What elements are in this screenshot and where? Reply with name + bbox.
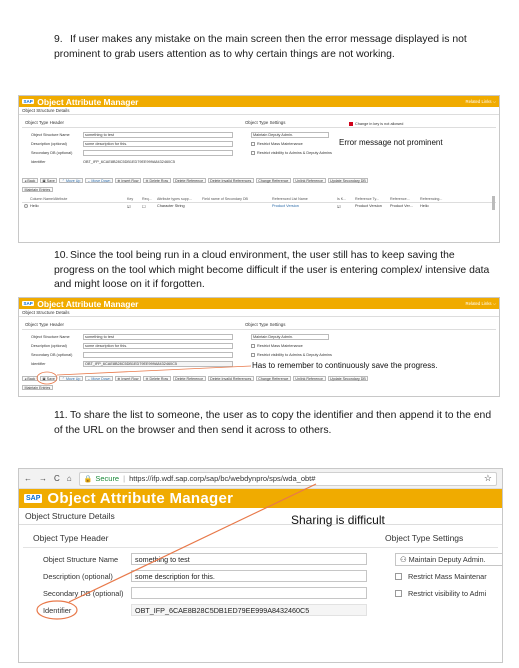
related-links[interactable]: Related Links ⌵	[466, 99, 497, 104]
section-title: Object Structure Details	[19, 107, 499, 115]
screenshot-sharing: ← → C ⌂ 🔒 Secure | https://ifp.wdf.sap.c…	[18, 468, 503, 663]
insert-icon: ⊕	[117, 178, 121, 183]
screenshot-error-message: SAP Object Attribute Manager Related Lin…	[18, 95, 500, 243]
save-button[interactable]: ▣ Save	[39, 177, 58, 184]
paragraph-number: 11.	[54, 410, 68, 421]
annotation-overlay	[36, 483, 317, 620]
update-secondary-button[interactable]: Update Secondary DB	[327, 177, 369, 184]
row-select-radio[interactable]	[24, 204, 28, 208]
table-row[interactable]: Hello ☑ ☐ Character String Product Versi…	[22, 204, 496, 210]
identifier-highlight-circle	[36, 600, 78, 620]
move-up-icon: ⌃	[61, 178, 65, 183]
delete-reference-button[interactable]: Delete Reference	[172, 177, 206, 184]
annotation-error: Error message not prominent	[339, 138, 443, 147]
delete-row-button[interactable]: ⊖ Delete Row	[143, 177, 171, 184]
delete-invalid-button[interactable]: Delete Invalid References	[207, 177, 254, 184]
maintain-entries-button[interactable]: Maintain Entries	[22, 186, 53, 193]
toolbar: ◂ Back ▣ Save ⌃ Move Up ⌄ Move Down ⊕ In…	[22, 177, 496, 184]
unlink-reference-button[interactable]: Unlink Reference	[292, 177, 326, 184]
paragraph-text: Since the tool being run in a cloud envi…	[54, 250, 490, 290]
identifier-value: OBT_IFP_6CAE8B28C5DB1ED79EE999A8432460C5	[83, 160, 176, 164]
save-icon: ▣	[42, 178, 46, 183]
sap-logo: SAP	[22, 99, 35, 104]
paragraph-10: 10. Since the tool being run in a cloud e…	[54, 249, 494, 293]
secondary-db-label: Secondary DB (optional)	[31, 151, 73, 155]
error-icon	[349, 122, 353, 126]
settings-title: Object Type Settings	[245, 120, 286, 125]
app-title: Object Attribute Manager	[37, 96, 139, 107]
move-down-button[interactable]: ⌄ Move Down	[84, 177, 113, 184]
back-button[interactable]: ◂ Back	[22, 177, 38, 184]
header-title: Object Type Header	[25, 120, 64, 125]
move-down-icon: ⌄	[87, 178, 91, 183]
insert-row-button[interactable]: ⊕ Insert Row	[114, 177, 142, 184]
app-header: SAP Object Attribute Manager Related Lin…	[19, 96, 499, 107]
save-highlight-circle	[36, 371, 58, 385]
paragraph-text: To share the list to someone, the user a…	[54, 410, 492, 436]
paragraph-number: 10.	[54, 250, 69, 261]
annotation-arrow-line	[56, 365, 252, 376]
maintain-deputy-button[interactable]: Maintain Deputy Admin.	[251, 132, 329, 138]
description-input[interactable]: some description for this.	[83, 141, 233, 147]
change-reference-button[interactable]: Change Reference	[255, 177, 291, 184]
secondary-db-input[interactable]	[83, 150, 233, 156]
restrict-mass-checkbox[interactable]: Restrict Mass Maintenance	[251, 142, 303, 146]
restrict-visibility-checkbox[interactable]: Restrict visibility to Admins & Deputy A…	[251, 151, 332, 155]
change-notice: Change in key is not allowed	[349, 122, 403, 126]
description-label: Description (optional)	[31, 142, 67, 146]
delete-icon: ⊖	[145, 178, 149, 183]
annotation-arrow-line	[68, 483, 317, 603]
table-header: Column Name/Attribute Key Req... Attribu…	[22, 197, 496, 203]
scrollbar[interactable]	[492, 196, 495, 210]
structure-name-label: Object Structure Name	[31, 133, 70, 137]
identifier-label: Identifier	[31, 160, 46, 164]
move-up-button[interactable]: ⌃ Move Up	[59, 177, 83, 184]
structure-name-input[interactable]: something to test	[83, 132, 233, 138]
paragraph-9: 9. If user makes any mistake on the main …	[54, 33, 494, 62]
annotation-overlay	[36, 365, 252, 385]
paragraph-11: 11. To share the list to someone, the use…	[54, 409, 494, 438]
paragraph-number: 9.	[54, 34, 63, 45]
paragraph-text: If user makes any mistake on the main sc…	[54, 34, 467, 60]
screenshot-save-progress: SAP Object Attribute Manager Related Lin…	[18, 297, 500, 397]
